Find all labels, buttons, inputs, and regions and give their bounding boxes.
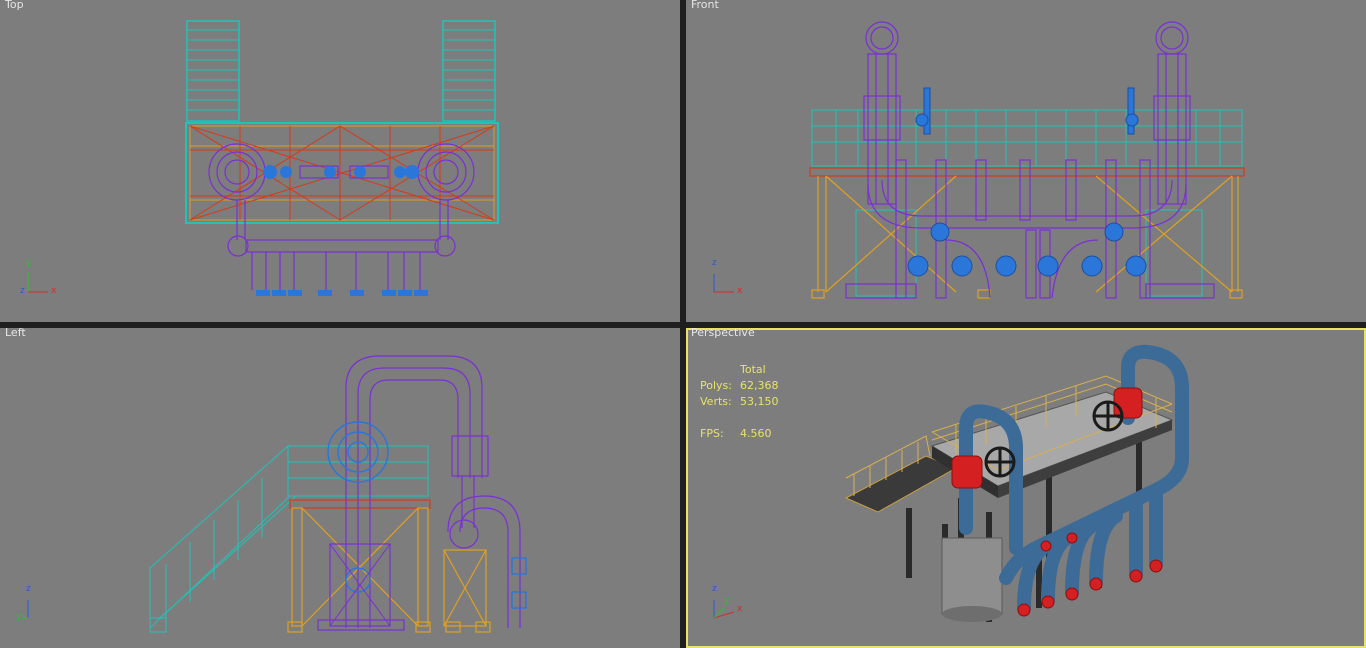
viewport-left[interactable]: Left z y [0,328,680,648]
axis-z-label: z [712,584,717,594]
axis-tripod-left: z y [16,584,56,624]
axis-z-label: z [20,286,25,296]
perspective-render [844,344,1189,622]
axis-z-label: z [712,258,717,268]
axis-y-label: y [26,258,32,268]
axis-tripod-perspective: z y x [708,584,743,624]
top-view-wireframe [185,20,499,296]
axis-z-label: z [26,584,31,594]
axis-x-label: x [737,604,743,614]
axis-x-label: x [737,286,743,296]
viewport-perspective[interactable]: Perspective Total Polys: 62,368 Verts: 5… [686,328,1366,648]
axis-tripod-top: y z x [20,258,57,298]
front-view-wireframe [809,21,1245,299]
axis-x-label: x [51,286,57,296]
viewport-front[interactable]: Front z x [686,0,1366,322]
axis-tripod-left-graphic [18,600,29,619]
viewport-top[interactable]: Top y z x [0,0,680,322]
axis-y-label: y [724,596,730,606]
axis-y-label: y [16,612,22,622]
left-view-wireframe [149,355,527,633]
axis-tripod-front: z x [708,258,743,298]
